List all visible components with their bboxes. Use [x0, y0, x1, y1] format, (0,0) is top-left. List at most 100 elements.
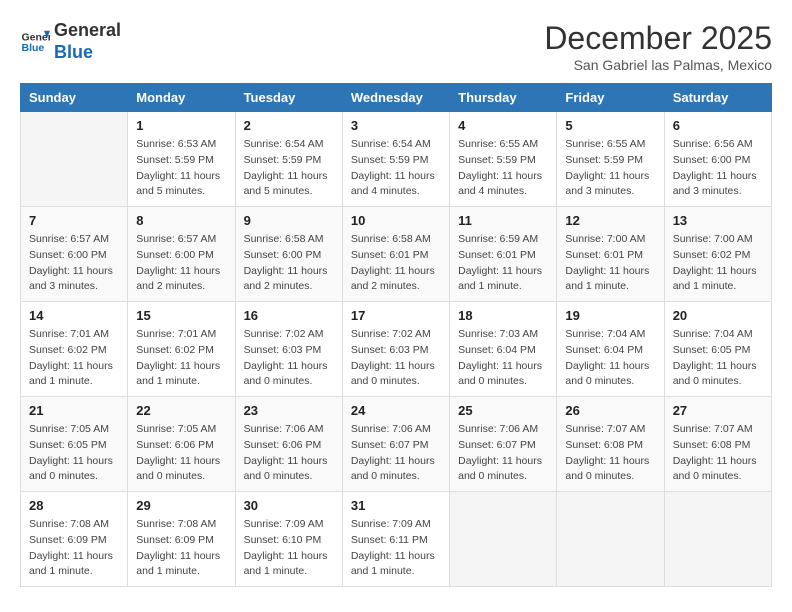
- header-thursday: Thursday: [450, 84, 557, 112]
- header-friday: Friday: [557, 84, 664, 112]
- day-info: Sunrise: 7:00 AMSunset: 6:01 PMDaylight:…: [565, 232, 655, 295]
- day-number: 19: [565, 308, 655, 323]
- day-info: Sunrise: 7:02 AMSunset: 6:03 PMDaylight:…: [351, 327, 441, 390]
- calendar-cell: [21, 112, 128, 207]
- day-number: 6: [673, 118, 763, 133]
- calendar-cell: 11Sunrise: 6:59 AMSunset: 6:01 PMDayligh…: [450, 207, 557, 302]
- calendar-cell: 22 Sunrise: 7:05 AMSunset: 6:06 PMDayligh…: [128, 397, 235, 492]
- day-info: Sunrise: 7:09 AMSunset: 6:11 PMDaylight:…: [351, 517, 441, 580]
- day-number: 24: [351, 403, 441, 418]
- day-info: Sunrise: 6:54 AMSunset: 5:59 PMDaylight:…: [351, 137, 441, 200]
- day-info: Sunrise: 7:05 AMSunset: 6:05 PMDaylight:…: [29, 422, 119, 485]
- calendar-cell: 8 Sunrise: 6:57 AMSunset: 6:00 PMDaylight…: [128, 207, 235, 302]
- day-info: Sunrise: 6:54 AMSunset: 5:59 PMDaylight:…: [244, 137, 334, 200]
- calendar-cell: 10 Sunrise: 6:58 AMSunset: 6:01 PMDayligh…: [342, 207, 449, 302]
- day-info: Sunrise: 7:03 AMSunset: 6:04 PMDaylight:…: [458, 327, 548, 390]
- day-info: Sunrise: 7:08 AMSunset: 6:09 PMDaylight:…: [136, 517, 226, 580]
- day-number: 16: [244, 308, 334, 323]
- logo: General Blue General Blue: [20, 20, 121, 63]
- day-info: Sunrise: 6:57 AMSunset: 6:00 PMDaylight:…: [29, 232, 119, 295]
- day-info: Sunrise: 6:58 AMSunset: 6:01 PMDaylight:…: [351, 232, 441, 295]
- day-info: Sunrise: 7:04 AMSunset: 6:05 PMDaylight:…: [673, 327, 763, 390]
- day-number: 13: [673, 213, 763, 228]
- calendar-cell: [450, 492, 557, 587]
- day-info: Sunrise: 6:55 AMSunset: 5:59 PMDaylight:…: [565, 137, 655, 200]
- day-number: 15: [136, 308, 226, 323]
- calendar-cell: 17Sunrise: 7:02 AMSunset: 6:03 PMDayligh…: [342, 302, 449, 397]
- header-monday: Monday: [128, 84, 235, 112]
- day-info: Sunrise: 6:58 AMSunset: 6:00 PMDaylight:…: [244, 232, 334, 295]
- day-number: 8: [136, 213, 226, 228]
- day-info: Sunrise: 7:01 AMSunset: 6:02 PMDaylight:…: [136, 327, 226, 390]
- day-number: 30: [244, 498, 334, 513]
- calendar-cell: 20 Sunrise: 7:04 AMSunset: 6:05 PMDayligh…: [664, 302, 771, 397]
- day-number: 23: [244, 403, 334, 418]
- calendar-week-3: 14Sunrise: 7:01 AMSunset: 6:02 PMDayligh…: [21, 302, 772, 397]
- day-number: 26: [565, 403, 655, 418]
- calendar-cell: 4Sunrise: 6:55 AMSunset: 5:59 PMDaylight…: [450, 112, 557, 207]
- day-number: 2: [244, 118, 334, 133]
- day-info: Sunrise: 7:06 AMSunset: 6:07 PMDaylight:…: [351, 422, 441, 485]
- calendar-cell: 1 Sunrise: 6:53 AMSunset: 5:59 PMDaylight…: [128, 112, 235, 207]
- day-number: 9: [244, 213, 334, 228]
- day-number: 4: [458, 118, 548, 133]
- svg-text:Blue: Blue: [22, 42, 45, 54]
- header-sunday: Sunday: [21, 84, 128, 112]
- calendar-cell: 23Sunrise: 7:06 AMSunset: 6:06 PMDayligh…: [235, 397, 342, 492]
- calendar-cell: 14Sunrise: 7:01 AMSunset: 6:02 PMDayligh…: [21, 302, 128, 397]
- day-number: 18: [458, 308, 548, 323]
- day-info: Sunrise: 7:05 AMSunset: 6:06 PMDaylight:…: [136, 422, 226, 485]
- calendar-week-4: 21Sunrise: 7:05 AMSunset: 6:05 PMDayligh…: [21, 397, 772, 492]
- calendar-cell: 21Sunrise: 7:05 AMSunset: 6:05 PMDayligh…: [21, 397, 128, 492]
- calendar-cell: 24 Sunrise: 7:06 AMSunset: 6:07 PMDayligh…: [342, 397, 449, 492]
- day-number: 12: [565, 213, 655, 228]
- day-number: 7: [29, 213, 119, 228]
- day-info: Sunrise: 6:53 AMSunset: 5:59 PMDaylight:…: [136, 137, 226, 200]
- calendar-cell: 9 Sunrise: 6:58 AMSunset: 6:00 PMDaylight…: [235, 207, 342, 302]
- header-saturday: Saturday: [664, 84, 771, 112]
- day-number: 25: [458, 403, 548, 418]
- calendar-cell: 3 Sunrise: 6:54 AMSunset: 5:59 PMDaylight…: [342, 112, 449, 207]
- day-number: 10: [351, 213, 441, 228]
- day-number: 3: [351, 118, 441, 133]
- day-info: Sunrise: 7:07 AMSunset: 6:08 PMDaylight:…: [565, 422, 655, 485]
- calendar-cell: 18 Sunrise: 7:03 AMSunset: 6:04 PMDayligh…: [450, 302, 557, 397]
- calendar-cell: 26 Sunrise: 7:07 AMSunset: 6:08 PMDayligh…: [557, 397, 664, 492]
- day-number: 28: [29, 498, 119, 513]
- calendar-cell: 28Sunrise: 7:08 AMSunset: 6:09 PMDayligh…: [21, 492, 128, 587]
- day-info: Sunrise: 7:02 AMSunset: 6:03 PMDaylight:…: [244, 327, 334, 390]
- calendar-cell: 29Sunrise: 7:08 AMSunset: 6:09 PMDayligh…: [128, 492, 235, 587]
- calendar-table: Sunday Monday Tuesday Wednesday Thursday…: [20, 83, 772, 587]
- calendar-cell: 6 Sunrise: 6:56 AMSunset: 6:00 PMDaylight…: [664, 112, 771, 207]
- day-number: 31: [351, 498, 441, 513]
- day-number: 22: [136, 403, 226, 418]
- day-number: 5: [565, 118, 655, 133]
- day-info: Sunrise: 7:00 AMSunset: 6:02 PMDaylight:…: [673, 232, 763, 295]
- title-block: December 2025 San Gabriel las Palmas, Me…: [544, 20, 772, 73]
- calendar-cell: 7 Sunrise: 6:57 AMSunset: 6:00 PMDaylight…: [21, 207, 128, 302]
- calendar-cell: 5 Sunrise: 6:55 AMSunset: 5:59 PMDaylight…: [557, 112, 664, 207]
- day-info: Sunrise: 7:06 AMSunset: 6:07 PMDaylight:…: [458, 422, 548, 485]
- calendar-cell: 19Sunrise: 7:04 AMSunset: 6:04 PMDayligh…: [557, 302, 664, 397]
- calendar-cell: 25 Sunrise: 7:06 AMSunset: 6:07 PMDayligh…: [450, 397, 557, 492]
- day-number: 27: [673, 403, 763, 418]
- logo-line1: General: [54, 20, 121, 42]
- location-subtitle: San Gabriel las Palmas, Mexico: [544, 57, 772, 73]
- calendar-cell: [664, 492, 771, 587]
- logo-line2: Blue: [54, 42, 121, 64]
- day-number: 20: [673, 308, 763, 323]
- day-info: Sunrise: 6:56 AMSunset: 6:00 PMDaylight:…: [673, 137, 763, 200]
- header-tuesday: Tuesday: [235, 84, 342, 112]
- calendar-week-5: 28 Sunrise: 7:08 AMSunset: 6:09 PMDayligh…: [21, 492, 772, 587]
- calendar-week-2: 7 Sunrise: 6:57 AMSunset: 6:00 PMDaylight…: [21, 207, 772, 302]
- calendar-header-row: Sunday Monday Tuesday Wednesday Thursday…: [21, 84, 772, 112]
- calendar-cell: 2 Sunrise: 6:54 AMSunset: 5:59 PMDaylight…: [235, 112, 342, 207]
- calendar-cell: 13 Sunrise: 7:00 AMSunset: 6:02 PMDayligh…: [664, 207, 771, 302]
- calendar-cell: 16 Sunrise: 7:02 AMSunset: 6:03 PMDayligh…: [235, 302, 342, 397]
- day-number: 1: [136, 118, 226, 133]
- calendar-cell: 15 Sunrise: 7:01 AMSunset: 6:02 PMDayligh…: [128, 302, 235, 397]
- page-header: General Blue General Blue December 2025 …: [20, 20, 772, 73]
- calendar-cell: 27Sunrise: 7:07 AMSunset: 6:08 PMDayligh…: [664, 397, 771, 492]
- day-info: Sunrise: 7:01 AMSunset: 6:02 PMDaylight:…: [29, 327, 119, 390]
- day-info: Sunrise: 6:57 AMSunset: 6:00 PMDaylight:…: [136, 232, 226, 295]
